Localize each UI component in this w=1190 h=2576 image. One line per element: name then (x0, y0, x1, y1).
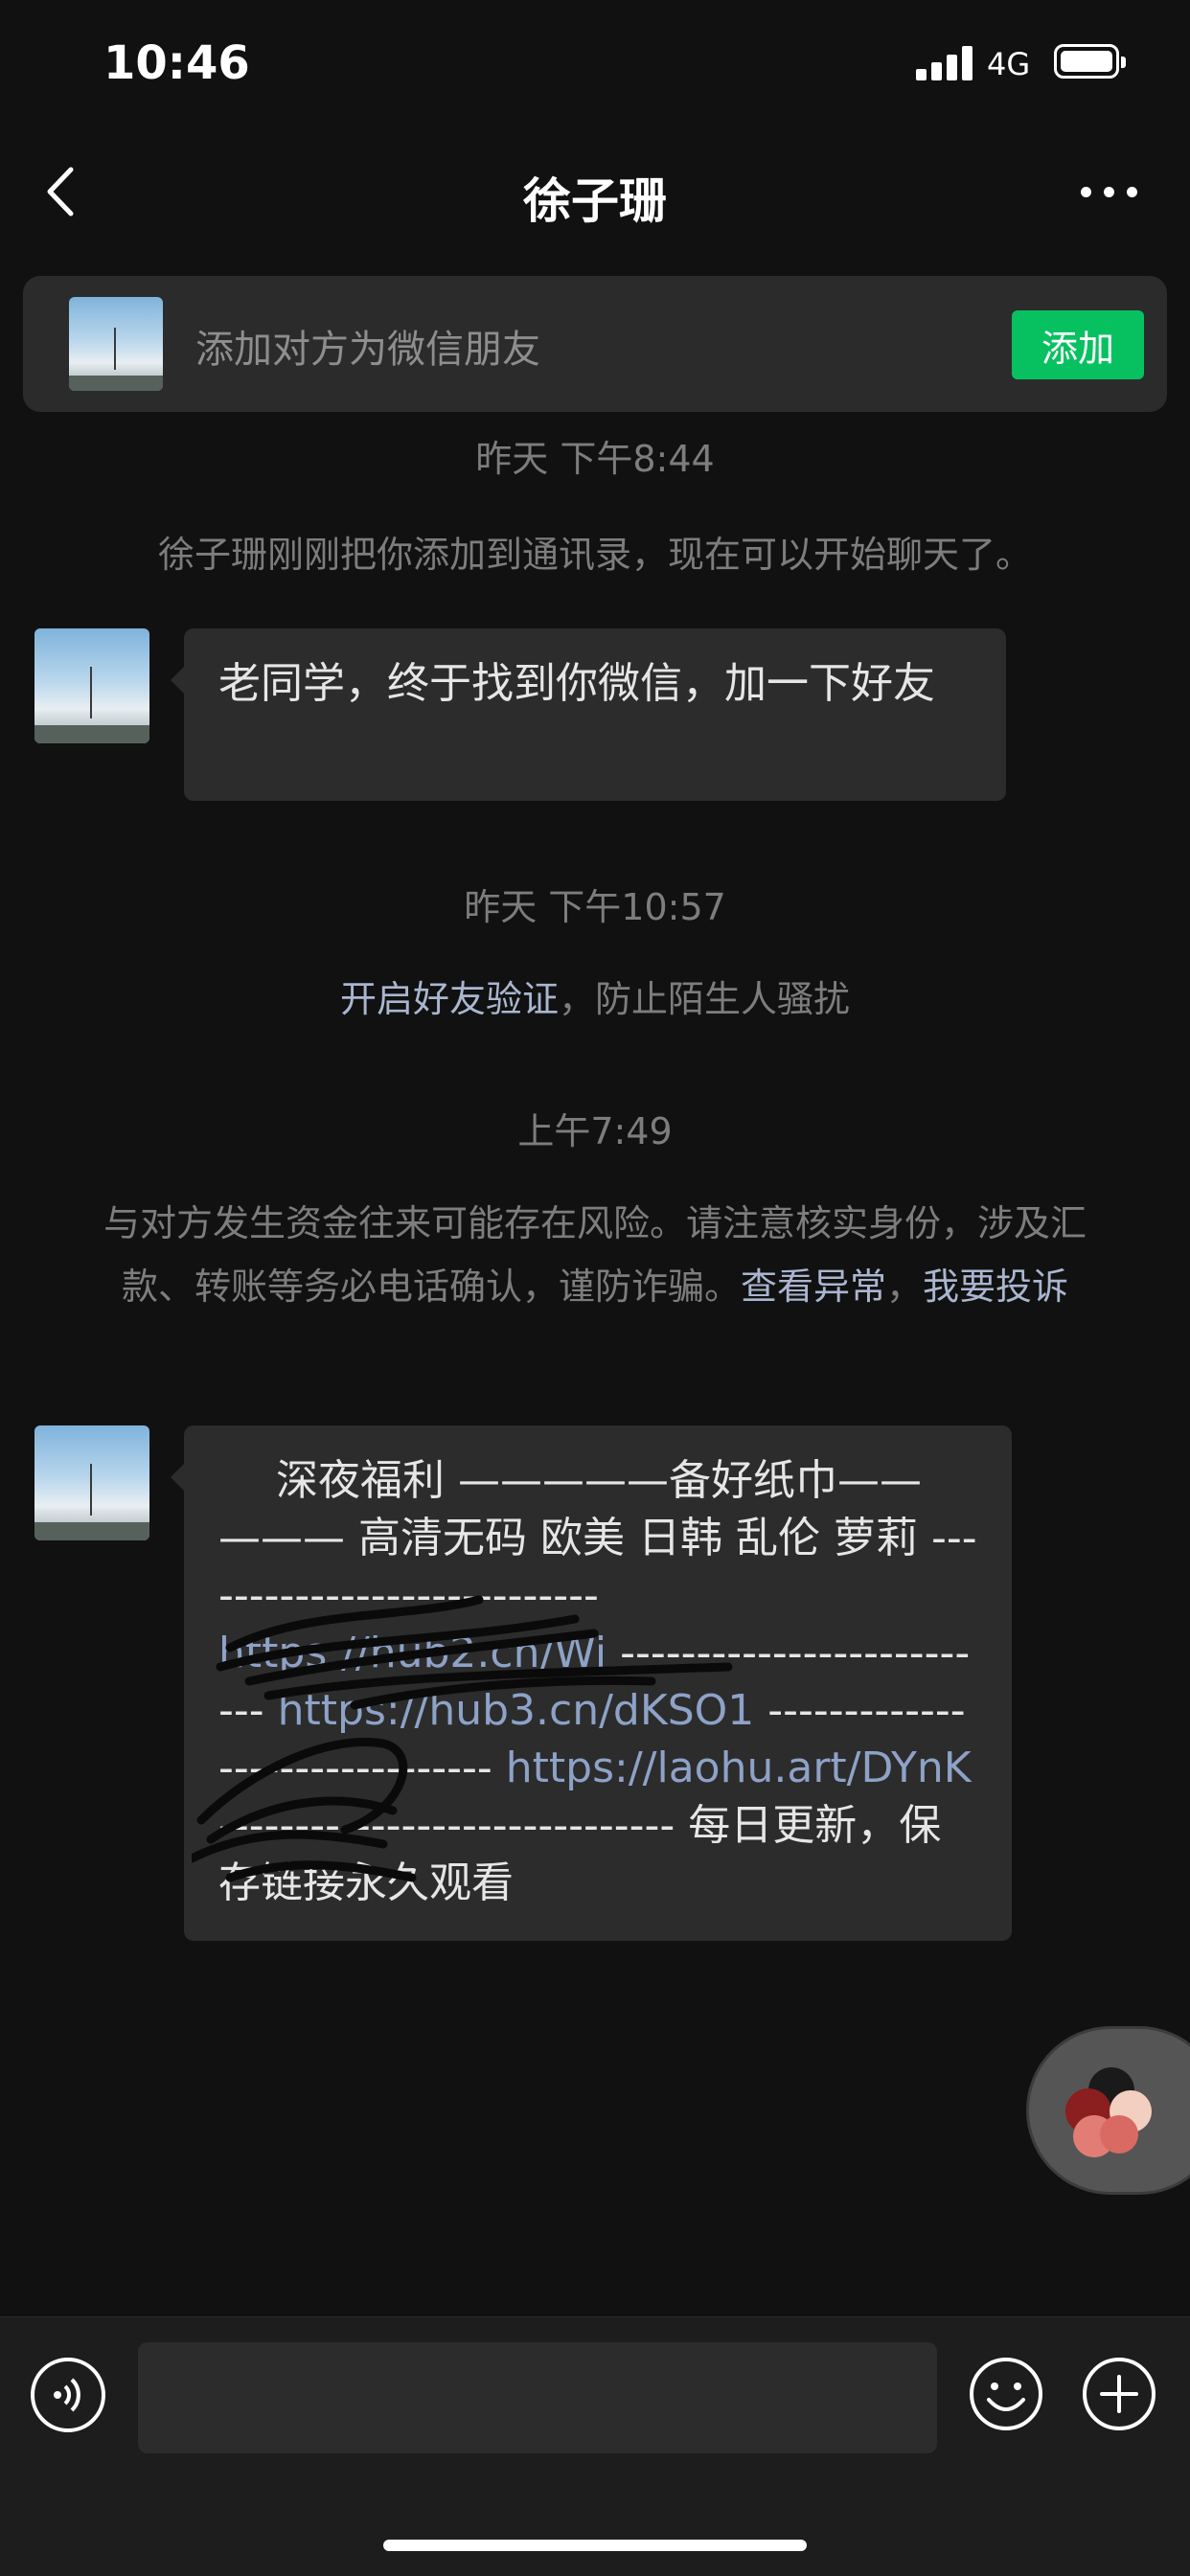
plus-icon (1083, 2358, 1156, 2430)
sender-avatar[interactable] (34, 628, 149, 743)
view-abnormal-link[interactable]: 查看异常 (741, 1265, 886, 1308)
emoji-button[interactable] (968, 2356, 1044, 2432)
emoji-icon (970, 2358, 1042, 2430)
voice-icon (54, 2378, 80, 2412)
add-friend-text: 添加对方为微信朋友 (195, 328, 540, 372)
voice-button[interactable] (31, 2358, 105, 2432)
message-text: 老同学，终于找到你微信，加一下好友 (218, 659, 935, 708)
message-text: ——— 高清无码 欧美 日韩 乱伦 萝莉 (218, 1514, 918, 1562)
more-button[interactable] (1081, 182, 1138, 201)
floating-window-button[interactable] (1029, 2029, 1190, 2192)
verify-notice: 开启好友验证，防止陌生人骚扰 (0, 969, 1190, 1022)
home-indicator[interactable] (383, 2540, 807, 2551)
timestamp: 昨天 下午10:57 (464, 886, 726, 928)
separator: ， (886, 1265, 924, 1308)
signal-icon (916, 46, 973, 80)
status-time: 10:46 (103, 36, 250, 90)
input-toolbar (0, 2316, 1190, 2576)
add-friend-button[interactable]: 添加 (1012, 310, 1144, 379)
message-input[interactable] (138, 2342, 937, 2453)
add-friend-banner: 添加对方为微信朋友 添加 (23, 276, 1167, 412)
redaction-scribble (192, 1595, 733, 1882)
message-text: 深夜福利 ——— (276, 1456, 584, 1505)
report-link[interactable]: 我要投诉 (923, 1265, 1068, 1308)
risk-warning: 与对方发生资金往来可能存在风险。请注意核实身份，涉及汇款、转账等务必电话确认，谨… (82, 1192, 1108, 1318)
verify-notice-text: ，防止陌生人骚扰 (559, 978, 851, 1020)
more-functions-button[interactable] (1081, 2356, 1157, 2432)
chat-title: 徐子珊 (523, 173, 667, 229)
sender-avatar[interactable] (34, 1425, 149, 1540)
system-message: 徐子珊刚刚把你添加到通讯录，现在可以开始聊天了。 (157, 534, 1032, 576)
enable-verification-link[interactable]: 开启好友验证 (340, 978, 559, 1020)
app-logo-icon (1065, 2067, 1152, 2157)
message-text: ——备好纸巾—— (584, 1456, 922, 1505)
timestamp: 昨天 下午8:44 (475, 438, 715, 480)
contact-avatar[interactable] (69, 297, 163, 391)
network-type: 4G (987, 46, 1031, 82)
message-bubble[interactable]: 老同学，终于找到你微信，加一下好友 (171, 628, 1006, 801)
battery-icon (1054, 44, 1126, 79)
timestamp: 上午7:49 (517, 1110, 673, 1152)
